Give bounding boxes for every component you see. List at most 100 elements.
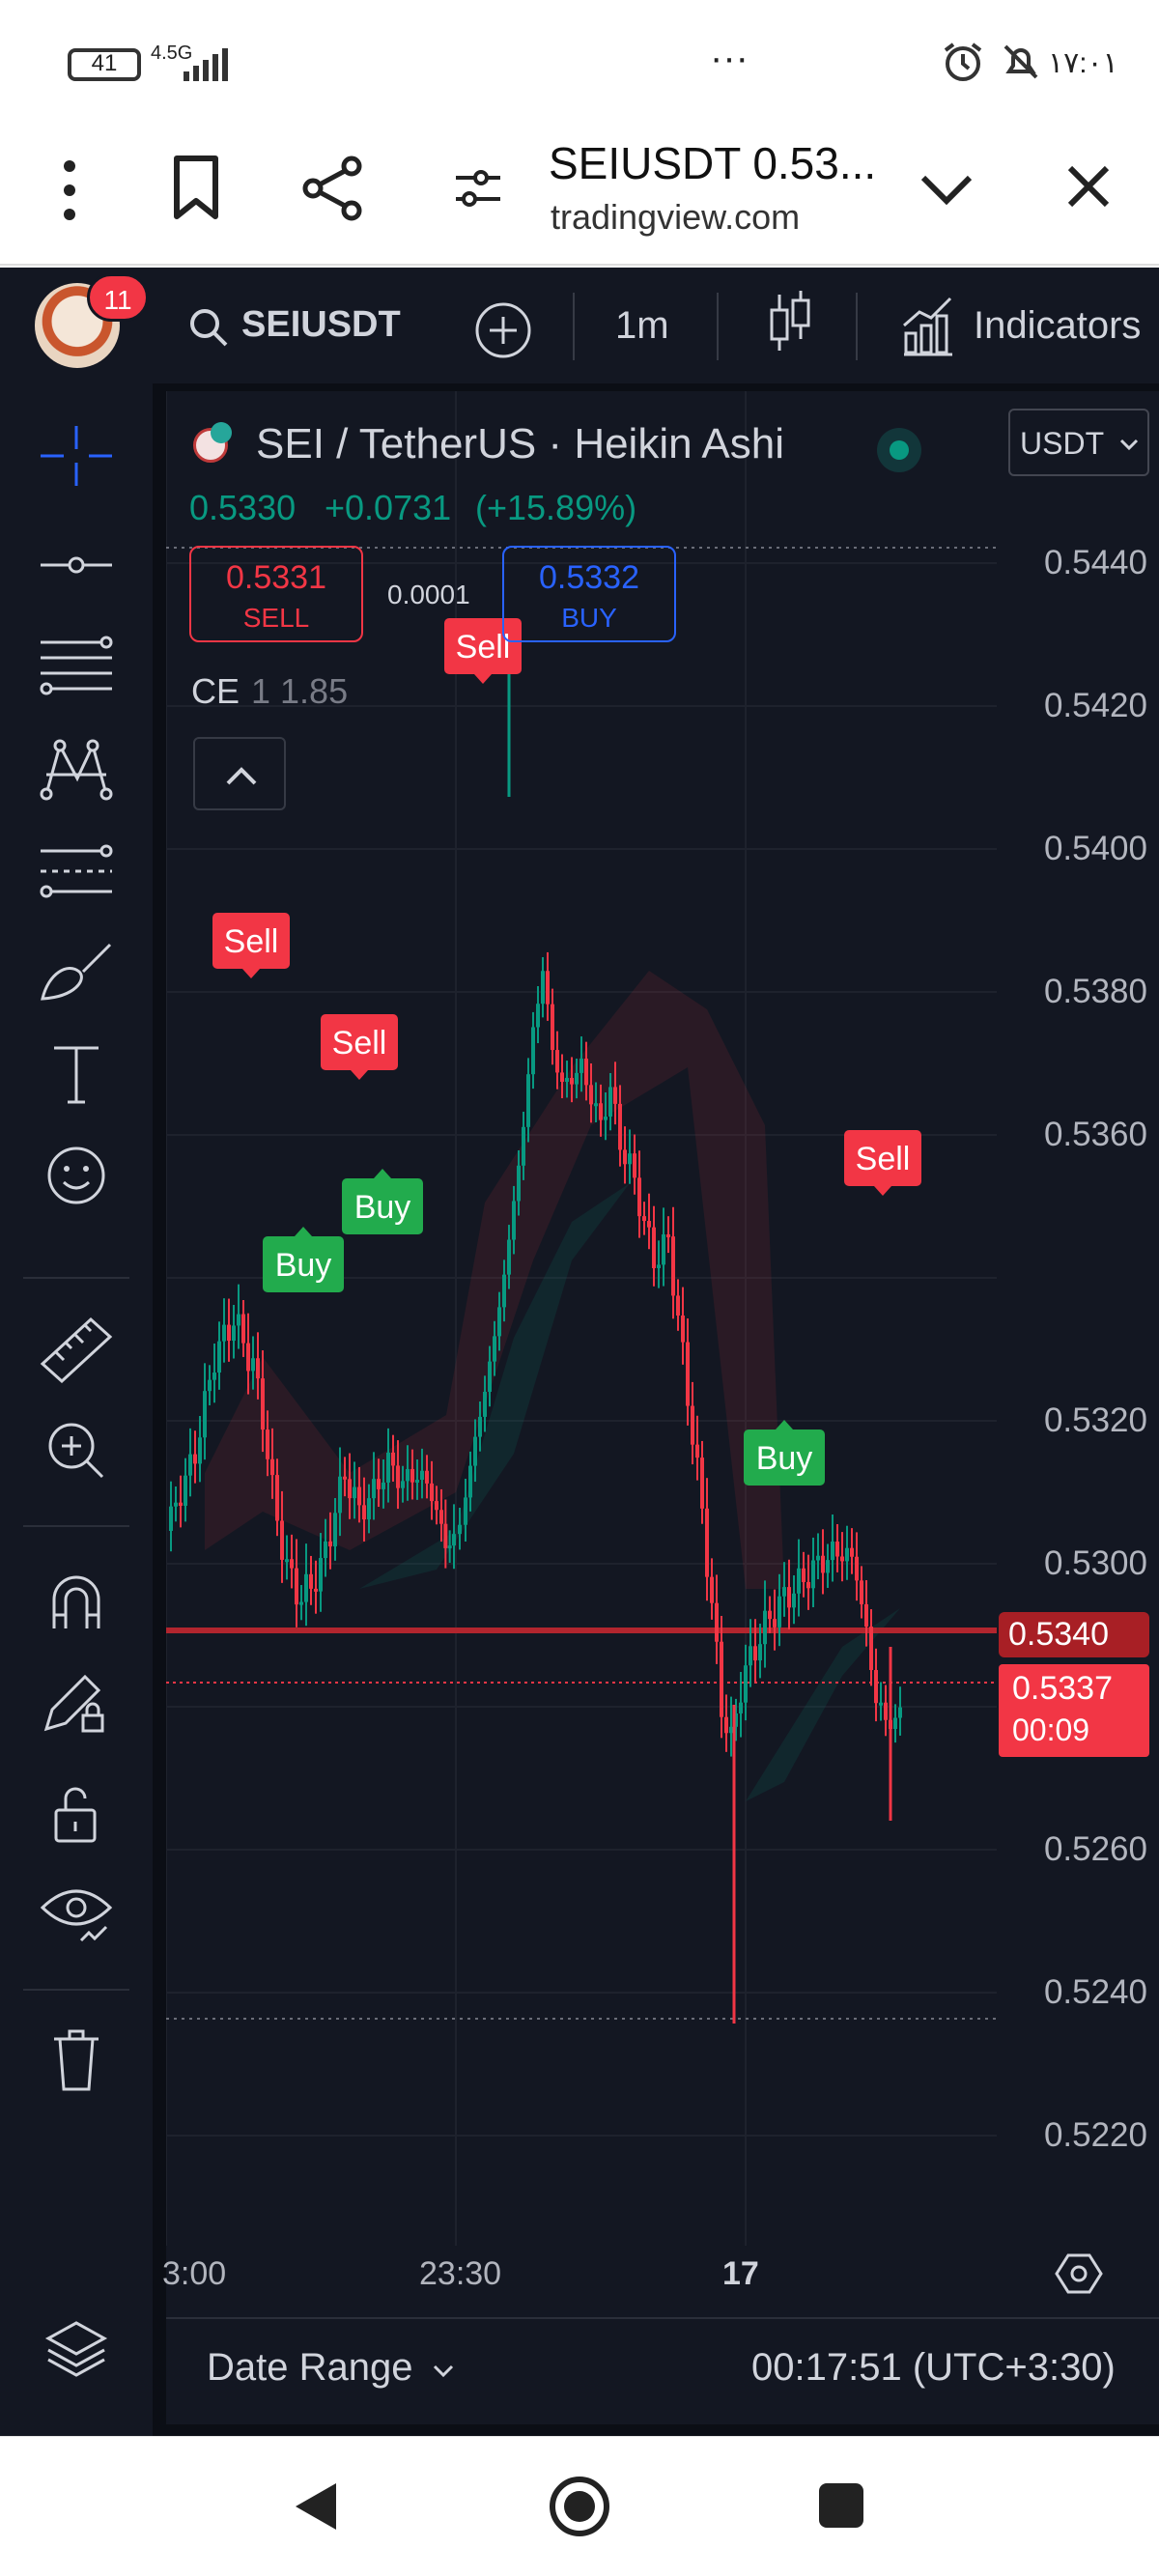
candle-body [613,1087,617,1104]
trash-icon[interactable] [35,2025,118,2093]
trend-line-tool-icon[interactable] [35,531,118,599]
signal-text: Sell [332,1025,387,1062]
candle-body [831,1542,834,1561]
candles-icon[interactable] [768,289,814,356]
chevron-down-icon[interactable] [431,2362,456,2381]
close-icon[interactable] [1064,162,1113,211]
candle-body [560,1072,564,1083]
candle-body [681,1315,685,1343]
candle-body [570,1078,574,1085]
pattern-tool-icon[interactable] [35,736,118,804]
time-label: 3:00 [162,2255,227,2292]
candle-body [806,1581,810,1589]
site-settings-icon[interactable] [454,164,502,212]
candle-body [458,1524,462,1535]
battery-level: 41 [91,50,118,76]
candle-body [227,1324,231,1342]
signal-icon [184,48,228,81]
indicator-name[interactable]: CE [191,671,240,712]
emoji-tool-icon[interactable] [35,1142,118,1209]
page-domain[interactable]: tradingview.com [551,197,800,238]
price-scale-label: 0.5380 [1043,973,1147,1010]
candle-body [299,1601,303,1605]
zoom-tool-icon[interactable] [35,1417,118,1485]
sell-button[interactable]: 0.5331 SELL [189,546,363,642]
chart-panel[interactable]: Sell Sell Sell Sell Buy Buy Buy SEI / TetherUS… [162,391,1159,2572]
chevron-down-icon[interactable] [918,164,975,212]
interval-button[interactable]: 1m [615,304,669,348]
candle-body [850,1547,854,1557]
candle-body [203,1391,207,1438]
fib-tool-icon[interactable] [35,633,118,700]
candle-body [367,1498,371,1520]
price-scale-label: 0.5260 [1043,1830,1147,1868]
buy-button[interactable]: 0.5332 BUY [502,546,676,642]
candle-body [782,1587,786,1597]
candle-body [565,1078,569,1083]
text-tool-icon[interactable] [35,1040,118,1108]
current-price: 0.5337 [1012,1670,1113,1707]
indicators-icon[interactable] [900,291,954,358]
candle-body [478,1416,482,1437]
candle-body [410,1468,414,1483]
signal-text: Buy [354,1189,411,1226]
candle-body [391,1452,395,1466]
candle-body [802,1568,806,1582]
price-scale-label: 0.5440 [1043,544,1147,581]
candle-body [198,1437,202,1464]
candle-body [531,1027,535,1075]
page-title[interactable]: SEIUSDT 0.53... [549,137,876,189]
currency-select[interactable]: USDT [1008,409,1149,476]
recents-icon[interactable] [817,2481,865,2530]
symbol-title[interactable]: SEI / TetherUS · Heikin Ashi [256,420,784,468]
magnet-tool-icon[interactable] [35,1565,118,1632]
candle-body [893,1717,897,1729]
candle-body [657,1264,661,1268]
candle-body [787,1587,791,1608]
candle-body [811,1560,815,1589]
price-scale-label: 0.5320 [1043,1401,1147,1439]
candle-body [633,1153,636,1178]
forecast-tool-icon[interactable] [35,837,118,905]
collapse-legend-button[interactable] [193,737,286,810]
clock-timezone[interactable]: 00:17:51 (UTC+3:30) [751,2346,1116,2390]
symbol-search[interactable]: SEIUSDT [241,304,401,346]
candle-body [599,1103,603,1120]
candle-body [188,1454,192,1476]
bottom-bar-divider [166,2317,1159,2319]
candle-body [575,1072,579,1085]
layers-icon[interactable] [35,2315,118,2383]
bookmark-icon[interactable] [169,155,223,222]
candle-body [396,1465,400,1488]
indicator-params: 1 1.85 [251,671,349,711]
indicators-button[interactable]: Indicators [974,304,1159,348]
back-icon[interactable] [290,2479,344,2534]
brush-tool-icon[interactable] [35,939,118,1006]
lock-drawing-icon[interactable] [35,1671,118,1739]
unlock-icon[interactable] [35,1777,118,1845]
menu-dots-icon[interactable] [48,156,91,224]
candle-body [522,1126,525,1166]
date-range-button[interactable]: Date Range [207,2346,412,2390]
home-icon[interactable] [549,2476,610,2537]
candle-body [343,1476,347,1480]
candle-body [541,971,545,1005]
candle-body [232,1325,236,1342]
candle-body [377,1479,381,1489]
signal-text: Sell [856,1141,911,1177]
search-icon[interactable] [187,306,230,349]
notification-badge[interactable]: 11 [87,273,149,322]
candle-body [637,1177,641,1217]
candle-body [720,1641,723,1717]
price-scale-label: 0.5420 [1043,687,1147,724]
share-icon[interactable] [299,155,367,222]
chart-settings-icon[interactable] [1055,2250,1103,2298]
candle-body [584,1059,588,1086]
candle-body [749,1646,752,1666]
visibility-icon[interactable] [35,1879,118,1946]
candle-body [280,1520,284,1560]
candle-body [715,1602,719,1642]
crosshair-tool-icon[interactable] [35,422,118,490]
add-symbol-icon[interactable] [473,300,533,360]
ruler-tool-icon[interactable] [35,1316,118,1384]
